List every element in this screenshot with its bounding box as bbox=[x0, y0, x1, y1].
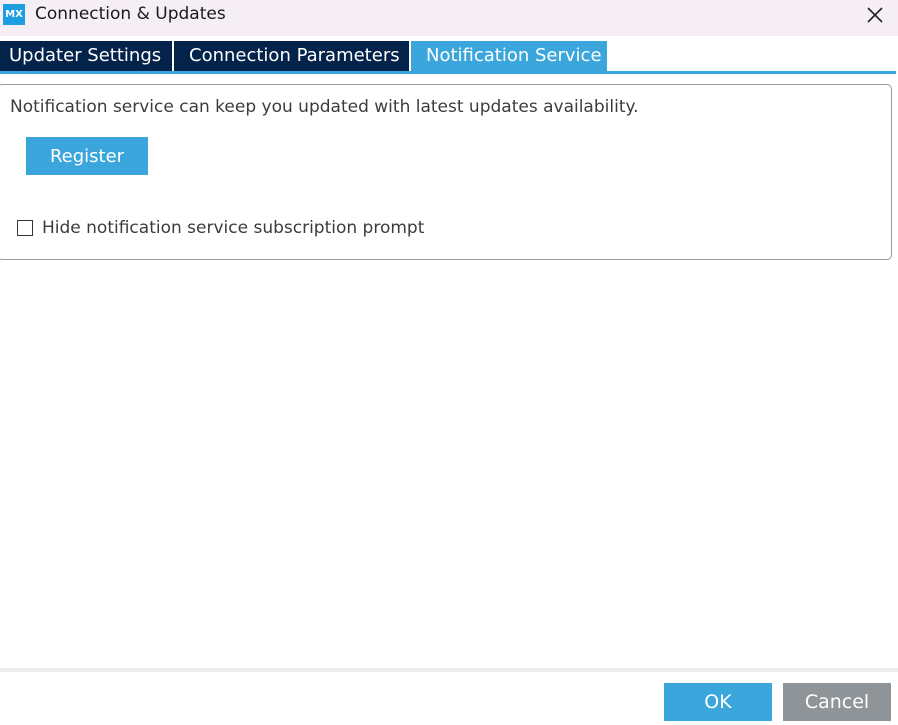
close-icon bbox=[867, 7, 883, 23]
cancel-button[interactable]: Cancel bbox=[783, 683, 891, 721]
notification-description: Notification service can keep you update… bbox=[10, 97, 639, 117]
tab-connection-parameters[interactable]: Connection Parameters bbox=[174, 41, 409, 71]
hide-prompt-checkbox[interactable] bbox=[17, 220, 33, 236]
ok-button[interactable]: OK bbox=[664, 683, 772, 721]
window-title: Connection & Updates bbox=[35, 4, 226, 24]
register-button[interactable]: Register bbox=[26, 137, 148, 175]
title-bar: MX Connection & Updates bbox=[0, 0, 898, 36]
tab-notification-service[interactable]: Notification Service bbox=[411, 41, 607, 71]
hide-prompt-label: Hide notification service subscription p… bbox=[42, 218, 425, 238]
footer-separator bbox=[0, 668, 898, 672]
hide-prompt-option[interactable]: Hide notification service subscription p… bbox=[17, 217, 424, 239]
tab-strip: Updater Settings Connection Parameters N… bbox=[0, 41, 898, 71]
app-logo-icon: MX bbox=[3, 4, 25, 25]
close-button[interactable] bbox=[858, 0, 892, 30]
tab-underline bbox=[0, 71, 896, 74]
tab-updater-settings[interactable]: Updater Settings bbox=[0, 41, 172, 71]
